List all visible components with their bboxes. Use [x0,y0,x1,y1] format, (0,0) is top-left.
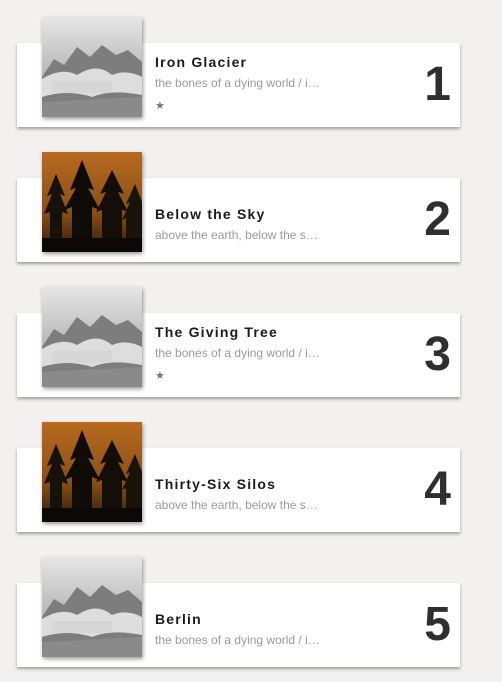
track-rank: 1 [424,58,451,111]
track-title[interactable]: Below the Sky [155,206,266,222]
album-cover-mountain[interactable] [42,17,142,117]
forest-cover-art [42,152,142,252]
album-cover-forest[interactable] [42,152,142,252]
star-icon[interactable]: ★ [155,369,165,382]
mountain-cover-art [42,557,142,657]
album-cover-mountain[interactable] [42,287,142,387]
track-subtitle: the bones of a dying world / i… [155,346,320,360]
track-title[interactable]: Iron Glacier [155,54,247,70]
track-rank: 5 [424,598,451,651]
track-row[interactable]: The Giving Tree the bones of a dying wor… [0,287,502,422]
track-row[interactable]: Below the Sky above the earth, below the… [0,152,502,287]
album-cover-forest[interactable] [42,422,142,522]
track-list: Iron Glacier the bones of a dying world … [0,0,502,682]
track-subtitle: the bones of a dying world / i… [155,76,320,90]
mountain-cover-art [42,287,142,387]
track-row[interactable]: Iron Glacier the bones of a dying world … [0,17,502,152]
track-subtitle: the bones of a dying world / i… [155,633,320,647]
track-rank: 4 [424,463,451,516]
forest-cover-art [42,422,142,522]
track-row[interactable]: Berlin the bones of a dying world / i… 5 [0,557,502,682]
track-title[interactable]: Berlin [155,611,202,627]
track-title[interactable]: The Giving Tree [155,324,278,340]
track-rank: 3 [424,328,451,381]
mountain-cover-art [42,17,142,117]
track-subtitle: above the earth, below the s… [155,498,318,512]
track-rank: 2 [424,193,451,246]
track-row[interactable]: Thirty-Six Silos above the earth, below … [0,422,502,557]
track-title[interactable]: Thirty-Six Silos [155,476,276,492]
track-subtitle: above the earth, below the s… [155,228,318,242]
star-icon[interactable]: ★ [155,99,165,112]
album-cover-mountain[interactable] [42,557,142,657]
